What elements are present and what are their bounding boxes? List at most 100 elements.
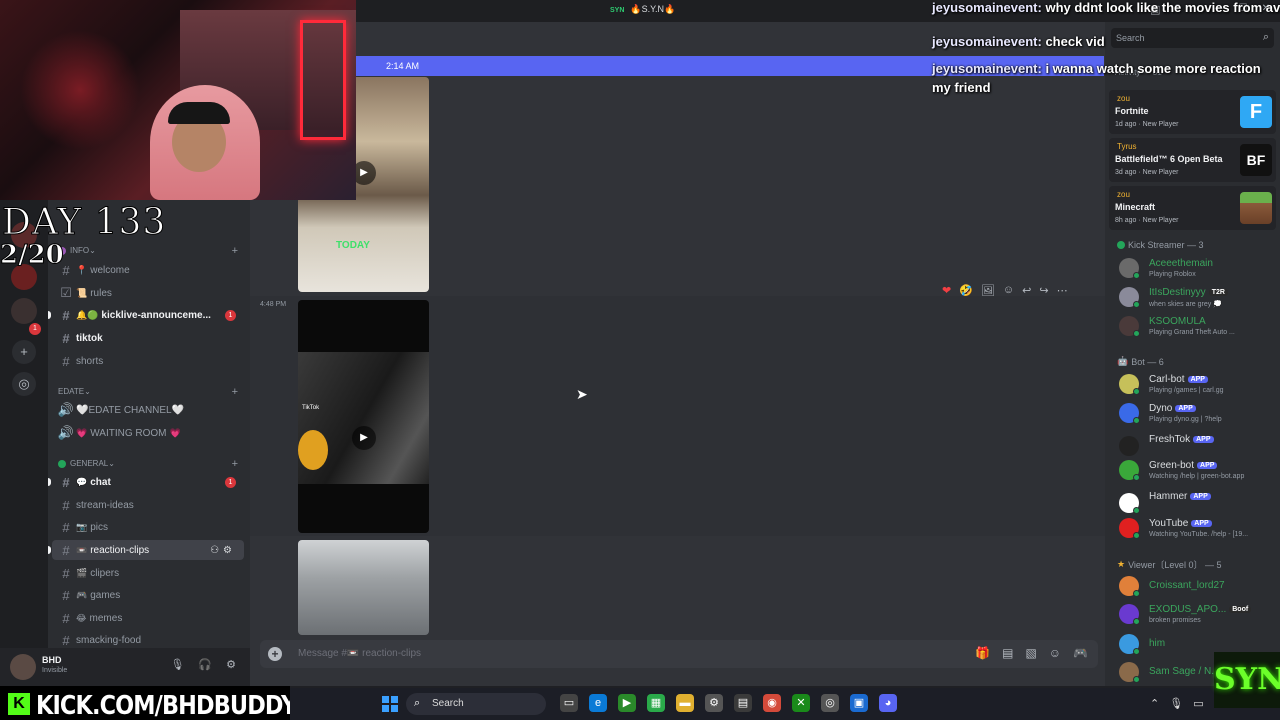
mention-badge: 1 [225, 309, 236, 321]
channel-edate[interactable]: 🔊 🤍EDATE CHANNEL🤍 [52, 400, 244, 420]
category-info[interactable]: INFO ⌄ + [58, 245, 244, 257]
add-channel-icon[interactable]: + [232, 245, 238, 257]
member-item[interactable]: Carl-bot APP Playing /games | carl.gg [1119, 372, 1277, 398]
member-status: Watching YouTube. /help - [19... [1149, 531, 1249, 538]
gif-icon[interactable]: ▤ [1002, 646, 1013, 660]
discover-icon[interactable]: ◎ [12, 372, 36, 396]
member-item[interactable]: Green-bot APP Watching /help | green-bot.… [1119, 458, 1277, 484]
member-item[interactable]: FreshTok APP [1119, 434, 1277, 460]
channel-shorts[interactable]: # shorts [52, 351, 244, 371]
channel-label: tiktok [76, 332, 103, 344]
screen: SYN 🔥S.Y.N🔥 ▣ ? — ☐ ✕ 1 + ◎ INFO ⌄ + # 📍 we… [0, 0, 1280, 720]
member-name: him [1149, 638, 1166, 649]
activity-meta: 1d ago · New Player [1115, 121, 1179, 128]
add-channel-icon[interactable]: + [232, 458, 238, 470]
member-item[interactable]: EXODUS_APO... Boof broken promises [1119, 602, 1277, 628]
channel-chat[interactable]: # 💬 chat 1 [48, 472, 244, 492]
member-item[interactable]: KSOOMULA Playing Grand Theft Auto ... [1119, 314, 1277, 340]
channel-stream-ideas[interactable]: # stream-ideas [52, 495, 244, 515]
webcam-cap [168, 102, 230, 124]
member-item[interactable]: YouTube APP Watching YouTube. /help - [19… [1119, 516, 1277, 542]
member-status: Watching /help | green-bot.app [1149, 473, 1245, 480]
reply-icon[interactable]: ↩ [1022, 284, 1031, 297]
upload-icon[interactable]: + [268, 647, 282, 661]
store-icon[interactable]: ▤ [734, 694, 752, 712]
settings-icon[interactable]: ⚙ [705, 694, 723, 712]
composer-icons: 🎁 ▤ ▧ ☺ 🎮 [975, 646, 1088, 660]
channel-smacking-food[interactable]: # smacking-food [52, 630, 244, 648]
video-attachment[interactable]: TikTok ▶ [298, 300, 429, 533]
app-tag: APP [1190, 493, 1211, 500]
clapper-icon: 🎬 [76, 567, 88, 578]
member-item[interactable]: Hammer APP [1119, 491, 1277, 517]
chevron-up-icon[interactable]: ⌃ [1150, 697, 1159, 710]
chrome-icon[interactable]: ◉ [763, 694, 781, 712]
heart-icon: 💗 [169, 427, 181, 438]
member-item[interactable]: Croissant_lord27 [1119, 574, 1277, 600]
gear-icon[interactable]: ⚙ [226, 658, 236, 671]
emoji-icon[interactable]: ☺ [1049, 646, 1061, 660]
edge-icon[interactable]: e [589, 694, 607, 712]
folder-icon[interactable]: ▬ [676, 694, 694, 712]
activities-icon[interactable]: 🎮 [1073, 646, 1088, 660]
member-name: Aceeethemain [1149, 258, 1213, 269]
add-channel-icon[interactable]: + [232, 386, 238, 398]
taskbar-search[interactable]: ⌕ Search [406, 693, 546, 715]
hash-icon: # [62, 307, 70, 323]
discord-icon[interactable]: ◕ [879, 694, 897, 712]
avatar[interactable] [10, 654, 36, 680]
channel-memes[interactable]: # 😂 memes [52, 608, 244, 628]
server-name: 🔥S.Y.N🔥 [630, 4, 676, 14]
spreadsheet-icon[interactable]: ▦ [647, 694, 665, 712]
server-icon[interactable] [11, 298, 37, 324]
microphone-icon[interactable]: 🎙 [1169, 697, 1183, 710]
microphone-icon[interactable]: 🎙 [170, 658, 184, 671]
channel-kicklive[interactable]: # 🔔🟢 kicklive-announceme... 1 [48, 305, 244, 325]
task-view-icon[interactable]: ▭ [560, 694, 578, 712]
steam-icon[interactable]: ◎ [821, 694, 839, 712]
search-input[interactable]: Search ⌕ [1111, 28, 1274, 48]
message-input[interactable]: Message #📼 reaction-clips [298, 648, 421, 659]
member-item[interactable]: ItIsDestinyyy T2R when skies are grey 💭 [1119, 285, 1277, 311]
laugh-reaction-icon[interactable]: 🤣 [959, 284, 973, 297]
app-icon[interactable]: ▣ [850, 694, 868, 712]
kick-url: KICK.COM/BHDBUDDY [36, 691, 297, 720]
activity-card[interactable]: Tyrus Battlefield™ 6 Open Beta 3d ago · … [1109, 138, 1276, 182]
channel-welcome[interactable]: # 📍 welcome [52, 260, 244, 280]
add-server-icon[interactable]: + [12, 340, 36, 364]
add-reaction-icon[interactable]: ☺ [1003, 284, 1014, 296]
channel-settings-icons[interactable]: ⚇⚙ [210, 545, 236, 556]
section-header-bot: 🤖 Bot — 6 [1117, 356, 1164, 367]
channel-clipers[interactable]: # 🎬 clipers [52, 563, 244, 583]
video-attachment[interactable] [298, 540, 429, 635]
heart-reaction-icon[interactable]: ❤ [942, 284, 951, 297]
custom-reaction-icon[interactable]: 🖼 [981, 284, 995, 297]
channel-tiktok[interactable]: # tiktok [52, 328, 244, 348]
channel-games[interactable]: # 🎮 games [52, 585, 244, 605]
sticker-icon[interactable]: ▧ [1025, 646, 1036, 660]
channel-reaction-clips[interactable]: # 📼 reaction-clips ⚇⚙ [48, 540, 244, 560]
category-edate[interactable]: EDATE ⌄ + [58, 386, 244, 398]
user-panel: BHD Invisible 🎙 🎧 ⚙ [0, 648, 250, 686]
more-icon[interactable]: ⋯ [1057, 284, 1068, 297]
gift-icon[interactable]: 🎁 [975, 646, 990, 660]
start-button-icon[interactable] [382, 696, 398, 712]
user-name: BHD [42, 655, 62, 665]
hash-icon: # [62, 474, 70, 490]
forward-icon[interactable]: ↪ [1039, 284, 1048, 297]
channel-waiting-room[interactable]: 🔊 💗 WAITING ROOM 💗 [52, 423, 244, 443]
channel-label: smacking-food [76, 634, 142, 646]
member-item[interactable]: Aceeethemain Playing Roblox [1119, 256, 1277, 282]
channel-rules[interactable]: ☑ 📜 rules [52, 283, 244, 303]
activity-card[interactable]: zou Minecraft 8h ago · New Player [1109, 186, 1276, 230]
nvidia-icon[interactable]: ▶ [618, 694, 636, 712]
headphones-icon[interactable]: 🎧 [198, 658, 212, 671]
play-icon[interactable]: ▶ [352, 426, 376, 450]
xbox-icon[interactable]: ✕ [792, 694, 810, 712]
app-tag: APP [1197, 462, 1218, 469]
message-composer: + Message #📼 reaction-clips 🎁 ▤ ▧ ☺ 🎮 [260, 640, 1098, 668]
channel-pics[interactable]: # 📷 pics [52, 517, 244, 537]
member-item[interactable]: Dyno APP Playing dyno.gg | ?help [1119, 401, 1277, 427]
display-icon[interactable]: ▭ [1193, 697, 1203, 710]
category-general[interactable]: GENERAL ⌄ + [58, 458, 244, 470]
